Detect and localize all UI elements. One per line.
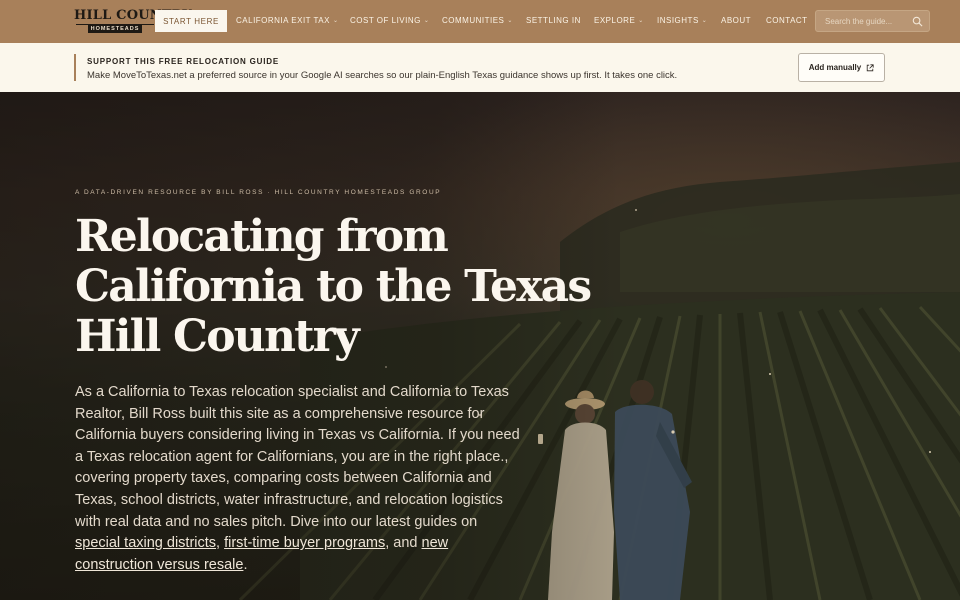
top-nav: HILL COUNTRY HOMESTEADS START HERE CALIF… — [0, 0, 960, 43]
intro-end: . — [243, 556, 248, 573]
nav-item-label: CONTACT — [766, 16, 808, 25]
banner-text: Make MoveToTexas.net a preferred source … — [87, 70, 678, 81]
start-here-button[interactable]: START HERE — [155, 10, 227, 32]
nav-item-label: SETTLING IN — [526, 16, 581, 25]
chevron-down-icon: ⌄ — [507, 18, 513, 24]
nav-item-label: ABOUT — [721, 16, 752, 25]
hero-kicker: A DATA-DRIVEN RESOURCE BY BILL ROSS · HI… — [75, 189, 442, 196]
chevron-down-icon: ⌄ — [332, 18, 339, 24]
nav-item-label: EXPLORE — [594, 16, 636, 25]
chevron-down-icon: ⌄ — [701, 18, 708, 24]
nav-item-california-exit-tax[interactable]: CALIFORNIA EXIT TAX ⌄ — [236, 16, 339, 25]
chevron-down-icon: ⌄ — [423, 18, 430, 24]
banner-title: SUPPORT THIS FREE RELOCATION GUIDE — [87, 57, 279, 66]
nav-item-settling-in[interactable]: SETTLING IN — [526, 16, 581, 25]
search-box — [815, 10, 930, 32]
nav-item-label: COMMUNITIES — [442, 16, 505, 25]
page-title: Relocating from California to the Texas … — [75, 212, 595, 362]
intro-separator: , — [216, 535, 225, 552]
add-manually-label: Add manually — [808, 63, 862, 72]
headline-line: Hill Country — [75, 311, 360, 362]
nav-item-explore[interactable]: EXPLORE ⌄ — [594, 16, 644, 25]
external-link-icon — [867, 63, 874, 71]
hero-section: A DATA-DRIVEN RESOURCE BY BILL ROSS · HI… — [0, 92, 960, 600]
nav-item-about[interactable]: ABOUT — [721, 16, 751, 25]
nav-item-label: INSIGHTS — [657, 16, 699, 25]
intro-separator: , and — [385, 535, 422, 552]
search-input[interactable] — [825, 16, 913, 26]
nav-item-cost-of-living[interactable]: COST OF LIVING ⌄ — [350, 16, 429, 25]
nav-item-insights[interactable]: INSIGHTS ⌄ — [657, 16, 707, 25]
headline-line: Relocating from — [75, 211, 449, 262]
relocation-guide-banner: SUPPORT THIS FREE RELOCATION GUIDE Make … — [0, 43, 960, 92]
hero-intro-paragraph: As a California to Texas relocation spec… — [75, 382, 525, 576]
nav-item-label: CALIFORNIA EXIT TAX — [236, 16, 330, 25]
nav-item-label: COST OF LIVING — [350, 16, 421, 25]
logo-subtitle: HOMESTEADS — [88, 25, 142, 33]
search-icon[interactable] — [912, 16, 923, 27]
intro-text: As a California to Texas relocation spec… — [75, 384, 520, 530]
nav-item-communities[interactable]: COMMUNITIES ⌄ — [442, 16, 513, 25]
headline-line: California to the Texas — [75, 261, 592, 312]
logo-wordmark: HILL COUNTRY — [74, 8, 192, 23]
nav-item-contact[interactable]: CONTACT — [766, 16, 808, 25]
chevron-down-icon: ⌄ — [638, 18, 644, 24]
link-first-time-buyer-programs[interactable]: first-time buyer programs — [224, 535, 385, 551]
add-manually-button[interactable]: Add manually — [798, 53, 885, 82]
site-logo[interactable]: HILL COUNTRY HOMESTEADS — [74, 8, 192, 34]
link-special-taxing-districts[interactable]: special taxing districts — [75, 535, 216, 551]
banner-accent-bar — [74, 54, 76, 81]
